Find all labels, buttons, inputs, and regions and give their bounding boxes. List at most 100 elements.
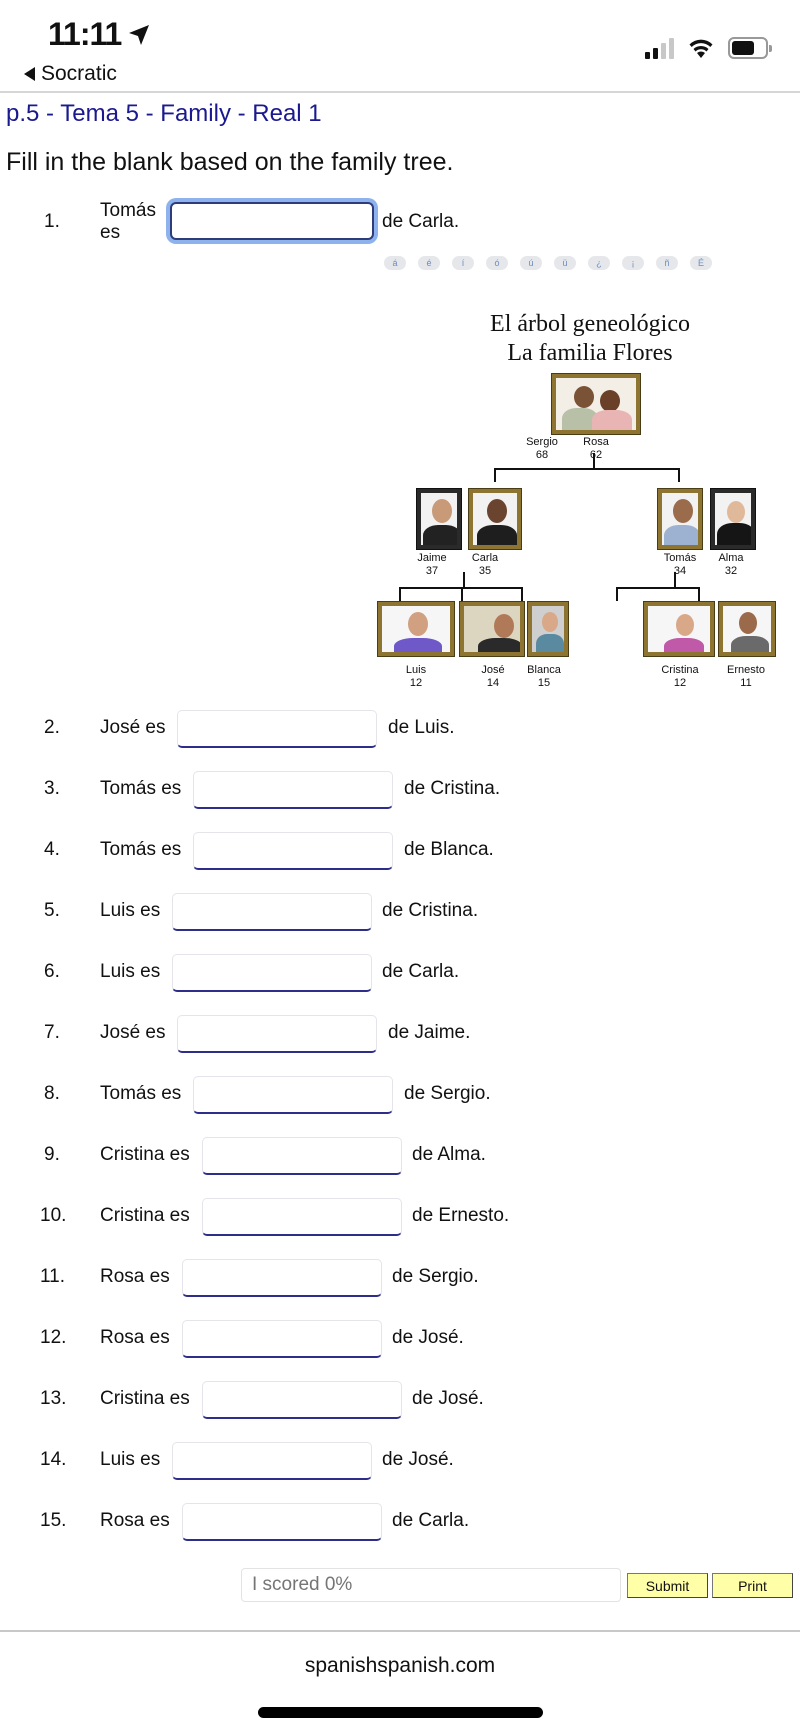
accent-button-inverted-question[interactable]: ¿	[588, 256, 610, 270]
question-tail: de Carla.	[382, 211, 460, 232]
photo-sergio-rosa	[551, 373, 641, 435]
question-number: 10.	[40, 1205, 67, 1226]
question-lead: Tomás es	[100, 200, 156, 243]
accent-button-i-acute[interactable]: í	[452, 256, 474, 270]
family-tree-title-line1: El árbol geneológico	[490, 311, 690, 337]
question-lead: José es	[100, 717, 166, 738]
answer-input[interactable]	[202, 1198, 402, 1236]
instructions: Fill in the blank based on the family tr…	[6, 148, 454, 176]
accent-button-n-tilde[interactable]: ñ	[656, 256, 678, 270]
battery-icon	[728, 37, 772, 59]
answer-input[interactable]	[193, 832, 393, 870]
location-arrow-icon	[129, 24, 150, 45]
tree-connector	[463, 572, 465, 588]
status-bar: 11:11 Socratic	[0, 0, 800, 92]
answer-input[interactable]	[172, 1442, 372, 1480]
family-tree-image: El árbol geneológico La familia Flores S…	[377, 306, 790, 696]
question-lead: Tomás es	[100, 778, 182, 799]
photo-luis	[377, 601, 455, 657]
question-tail: de Jaime.	[388, 1022, 471, 1043]
photo-cristina	[643, 601, 715, 657]
page-divider	[0, 1630, 800, 1632]
person-label-cristina: Cristina 12	[661, 664, 699, 689]
question-number: 3.	[44, 778, 60, 799]
photo-jose	[459, 601, 525, 657]
person-label-ernesto: Ernesto 11	[727, 664, 765, 689]
accent-button-capital-e-acute[interactable]: É	[690, 256, 712, 270]
question-number: 12.	[40, 1327, 67, 1348]
page-title: p.5 - Tema 5 - Family - Real 1	[6, 100, 322, 127]
question-lead: Luis es	[100, 1449, 161, 1470]
photo-jaime	[416, 488, 462, 550]
question-lead: Tomás es	[100, 839, 182, 860]
question-tail: de Cristina.	[404, 778, 501, 799]
question-tail: de Cristina.	[382, 900, 479, 921]
photo-carla	[468, 488, 522, 550]
back-label: Socratic	[41, 62, 117, 85]
question-lead: Rosa es	[100, 1510, 170, 1531]
answer-input[interactable]	[202, 1381, 402, 1419]
question-number: 5.	[44, 900, 60, 921]
system-icons	[645, 36, 772, 60]
tree-connector	[593, 453, 595, 469]
accent-character-buttons: á é í ó ú ü ¿ ¡ ñ É	[384, 256, 712, 270]
question-number: 13.	[40, 1388, 67, 1409]
tree-connector	[461, 587, 463, 601]
accent-button-e-acute[interactable]: é	[418, 256, 440, 270]
tree-connector	[494, 468, 496, 482]
home-indicator[interactable]	[258, 1707, 543, 1718]
accent-button-u-acute[interactable]: ú	[520, 256, 542, 270]
accent-button-o-acute[interactable]: ó	[486, 256, 508, 270]
tree-connector	[616, 587, 700, 589]
answer-input[interactable]	[172, 954, 372, 992]
cellular-signal-icon	[645, 37, 674, 59]
person-label-blanca: Blanca 15	[527, 664, 561, 689]
answer-input[interactable]	[172, 893, 372, 931]
back-triangle-icon	[24, 67, 35, 81]
question-number: 14.	[40, 1449, 67, 1470]
answer-input[interactable]	[202, 1137, 402, 1175]
question-tail: de Blanca.	[404, 839, 494, 860]
question-tail: de Alma.	[412, 1144, 486, 1165]
question-lead: Luis es	[100, 961, 161, 982]
question-number: 8.	[44, 1083, 60, 1104]
tree-connector	[678, 468, 680, 482]
answer-input[interactable]	[193, 1076, 393, 1114]
site-domain: spanishspanish.com	[304, 1654, 496, 1677]
question-tail: de Luis.	[388, 717, 455, 738]
accent-button-u-umlaut[interactable]: ü	[554, 256, 576, 270]
print-button[interactable]: Print	[712, 1573, 793, 1598]
question-lead: Rosa es	[100, 1327, 170, 1348]
question-lead: Cristina es	[100, 1388, 190, 1409]
tree-connector	[399, 587, 401, 601]
answer-input[interactable]	[177, 710, 377, 748]
clock-time: 11:11	[48, 16, 122, 52]
answer-input[interactable]	[170, 202, 374, 240]
question-tail: de José.	[392, 1327, 464, 1348]
question-number: 15.	[40, 1510, 67, 1531]
question-number: 1.	[44, 211, 60, 232]
question-tail: de Sergio.	[404, 1083, 491, 1104]
answer-input[interactable]	[182, 1259, 382, 1297]
browser-divider	[0, 91, 800, 93]
question-lead: José es	[100, 1022, 166, 1043]
answer-input[interactable]	[177, 1015, 377, 1053]
accent-button-inverted-exclamation[interactable]: ¡	[622, 256, 644, 270]
question-lead: Cristina es	[100, 1144, 190, 1165]
person-label-luis: Luis 12	[405, 664, 427, 689]
question-lead: Rosa es	[100, 1266, 170, 1287]
answer-input[interactable]	[193, 771, 393, 809]
person-label-alma: Alma 32	[718, 552, 744, 577]
accent-button-a-acute[interactable]: á	[384, 256, 406, 270]
question-lead: Luis es	[100, 900, 161, 921]
score-field[interactable]	[241, 1568, 621, 1602]
back-to-app-button[interactable]: Socratic	[24, 62, 117, 86]
question-tail: de Carla.	[392, 1510, 470, 1531]
wifi-icon	[689, 39, 713, 58]
answer-input[interactable]	[182, 1320, 382, 1358]
question-lead: Tomás es	[100, 1083, 182, 1104]
question-tail: de Carla.	[382, 961, 460, 982]
submit-button[interactable]: Submit	[627, 1573, 708, 1598]
answer-input[interactable]	[182, 1503, 382, 1541]
question-tail: de José.	[382, 1449, 454, 1470]
